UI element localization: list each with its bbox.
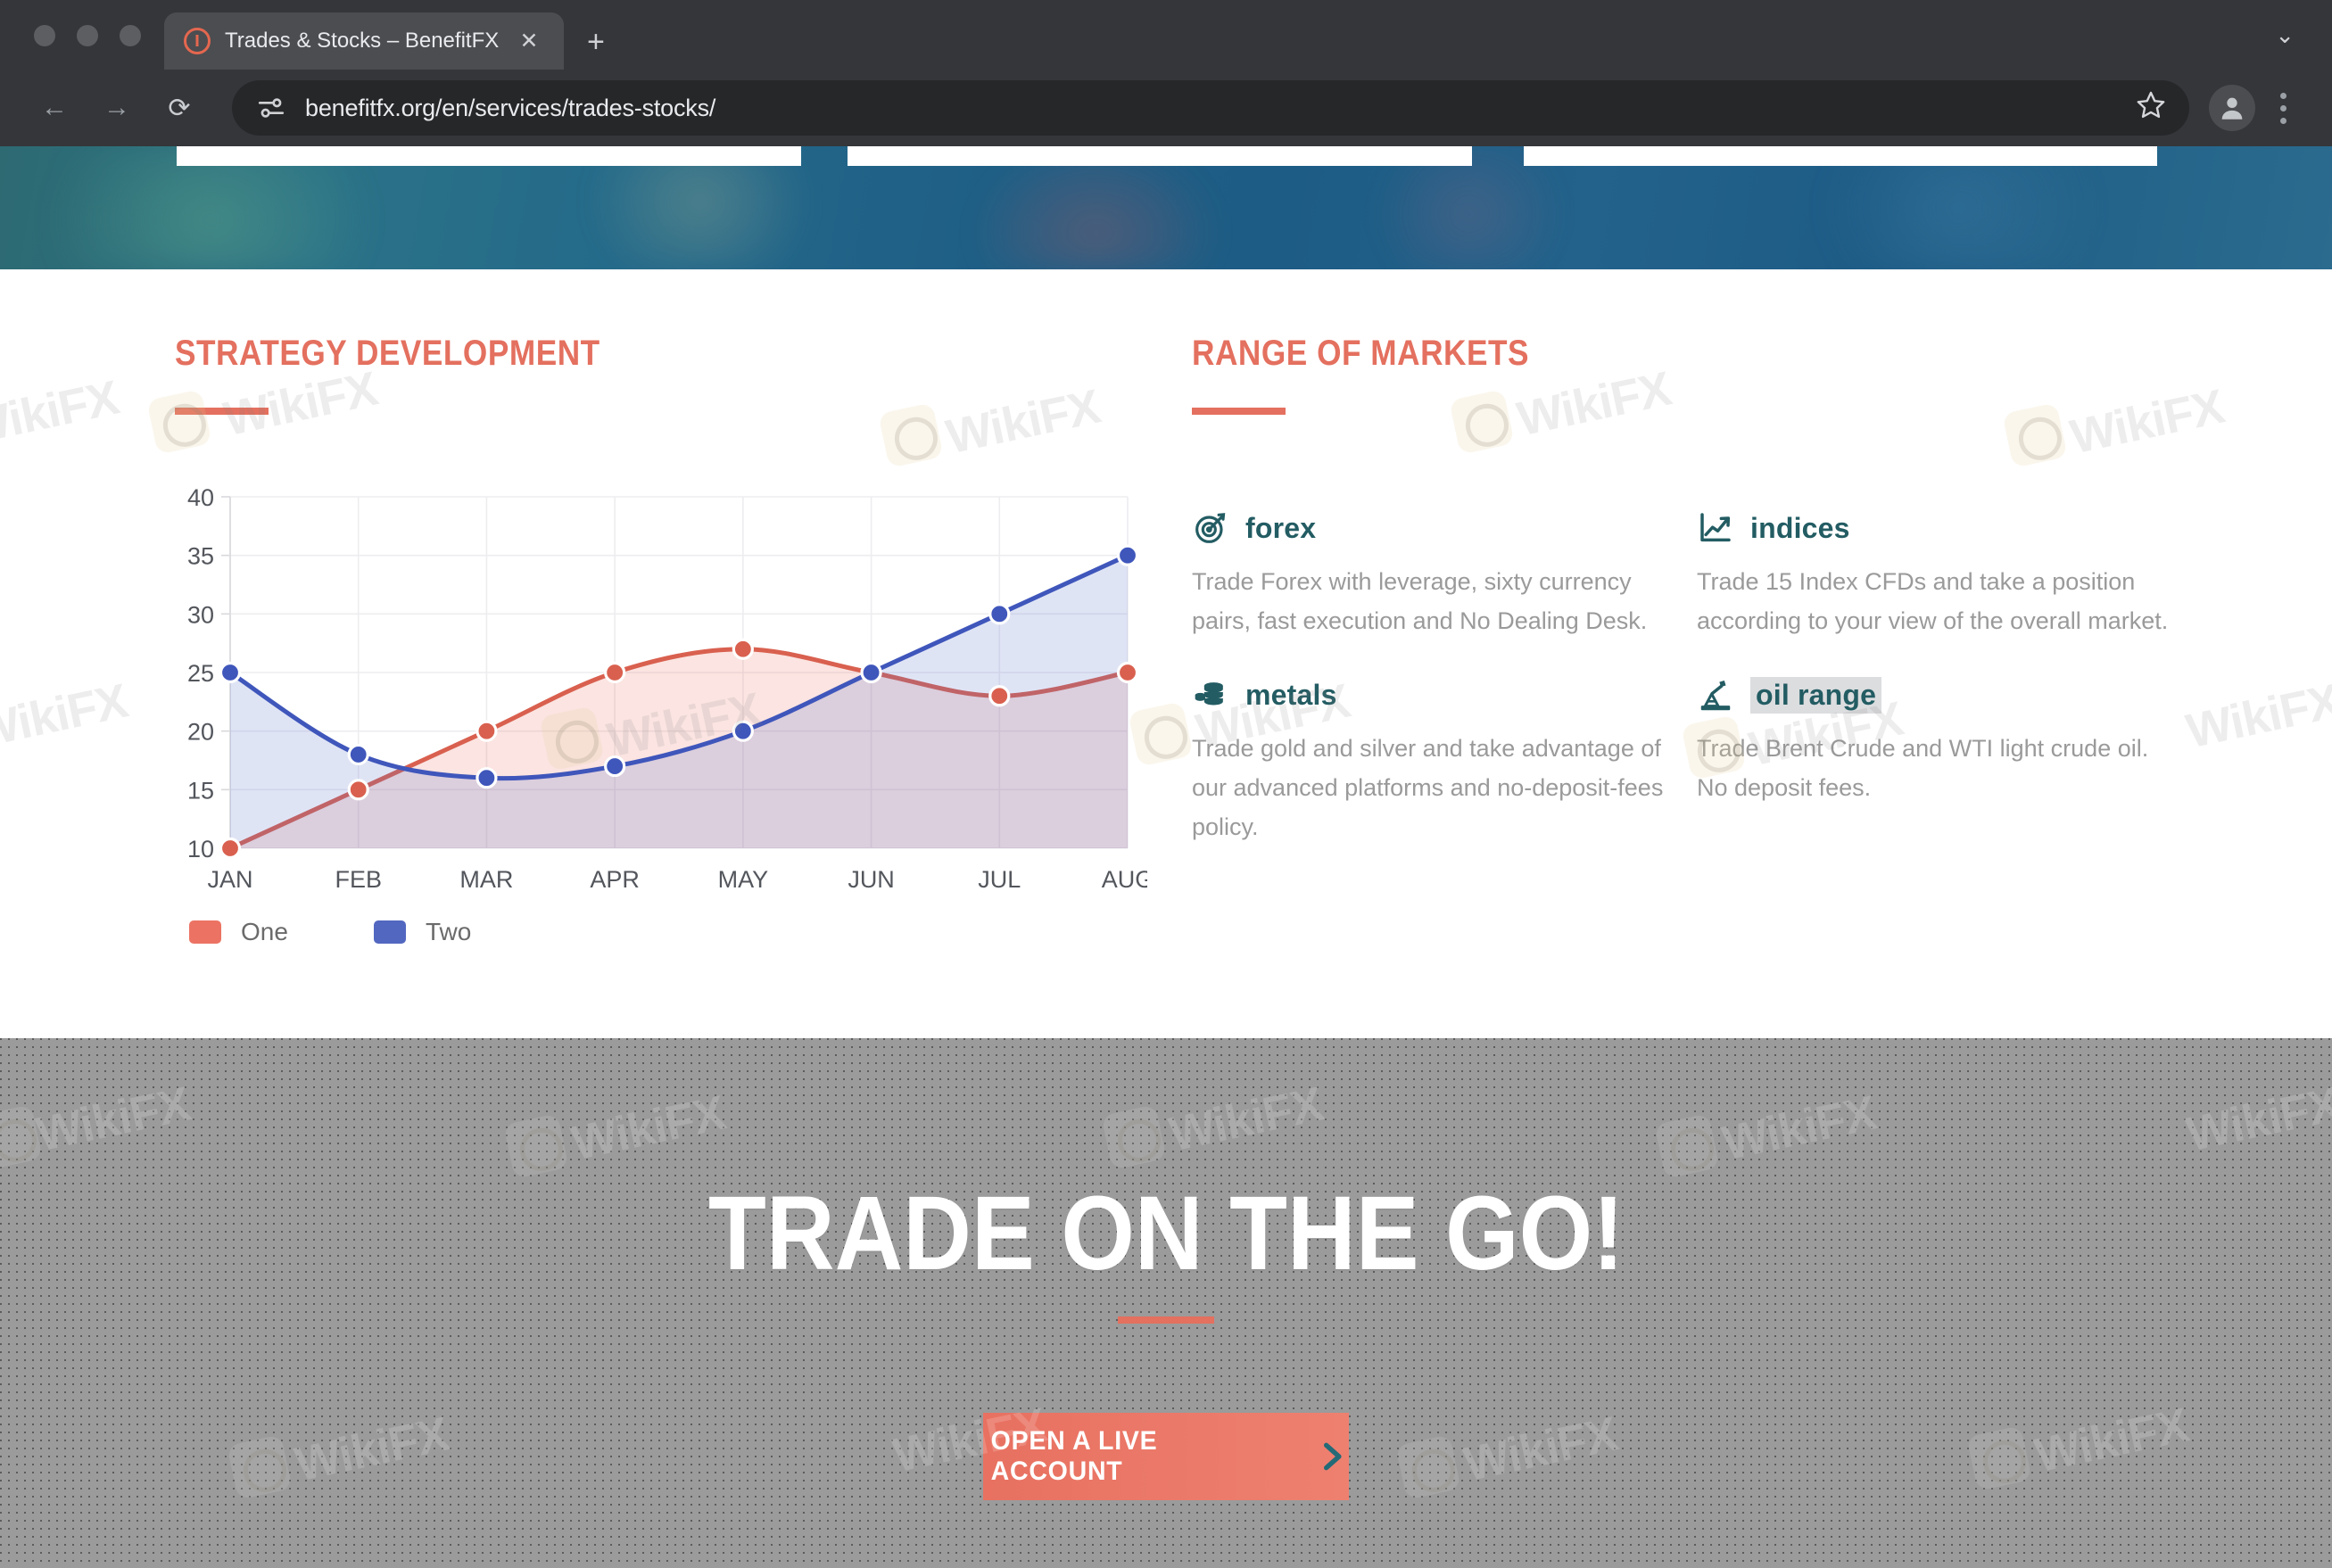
- market-description: Trade Brent Crude and WTI light crude oi…: [1697, 735, 2149, 802]
- reload-button[interactable]: ⟳: [152, 80, 207, 136]
- page-viewport: STRATEGY DEVELOPMENT 10 15 20 25 30 35 40 JAN FE…: [0, 146, 2332, 1568]
- svg-text:APR: APR: [590, 866, 640, 893]
- main-content: STRATEGY DEVELOPMENT 10 15 20 25 30 35 40 JAN FE…: [0, 269, 2332, 1038]
- svg-text:JAN: JAN: [207, 866, 252, 893]
- legend-swatch: [189, 920, 221, 944]
- address-bar[interactable]: benefitfx.org/en/services/trades-stocks/: [232, 80, 2189, 136]
- market-name[interactable]: indices: [1750, 512, 1850, 545]
- market-description: Trade Forex with leverage, sixty currenc…: [1192, 568, 1648, 634]
- svg-text:40: 40: [187, 484, 214, 511]
- market-item-forex: forex Trade Forex with leverage, sixty c…: [1192, 509, 1697, 640]
- market-header: indices: [1697, 509, 2179, 547]
- legend-item-two[interactable]: Two: [373, 918, 472, 946]
- market-item-metals: metals Trade gold and silver and take ad…: [1192, 676, 1697, 846]
- chevron-down-icon[interactable]: ⌄: [2275, 21, 2295, 49]
- svg-text:20: 20: [187, 719, 214, 746]
- maximize-window-button[interactable]: [120, 25, 141, 46]
- legend-swatch: [373, 920, 406, 944]
- svg-text:25: 25: [187, 660, 214, 687]
- market-name[interactable]: forex: [1245, 512, 1316, 545]
- url-text: benefitfx.org/en/services/trades-stocks/: [305, 94, 716, 121]
- browser-tab[interactable]: Trades & Stocks – BenefitFX ✕: [164, 12, 564, 70]
- hero-card: [1524, 146, 2157, 166]
- account-icon[interactable]: [2209, 85, 2255, 131]
- browser-window: Trades & Stocks – BenefitFX ✕ + ⌄ ← → ⟳ …: [0, 0, 2332, 1568]
- new-tab-button[interactable]: +: [587, 27, 605, 57]
- tune-icon[interactable]: [255, 92, 287, 124]
- legend-label: One: [241, 918, 288, 945]
- market-name[interactable]: oil range: [1750, 676, 1882, 714]
- chart-legend: One Two: [175, 918, 1174, 946]
- svg-text:35: 35: [187, 543, 214, 570]
- cta-button-label: OPEN A LIVE ACCOUNT: [990, 1426, 1158, 1486]
- browser-toolbar: ← → ⟳ benefitfx.org/en/services/trades-s…: [0, 70, 2332, 146]
- hero-card: [177, 146, 801, 166]
- svg-text:15: 15: [187, 777, 214, 804]
- close-window-button[interactable]: [34, 25, 55, 46]
- market-header: metals: [1192, 676, 1666, 714]
- svg-text:JUL: JUL: [978, 866, 1021, 893]
- hero-card-row: [0, 146, 2332, 166]
- market-item-oil-range: oil range Trade Brent Crude and WTI ligh…: [1697, 676, 2209, 846]
- market-description: Trade 15 Index CFDs and take a position …: [1697, 568, 2169, 634]
- svg-text:10: 10: [187, 836, 214, 862]
- warning-circle-icon: [184, 28, 211, 54]
- minimize-window-button[interactable]: [77, 25, 98, 46]
- tab-strip: Trades & Stocks – BenefitFX ✕ + ⌄: [0, 0, 2332, 70]
- strategy-section: STRATEGY DEVELOPMENT 10 15 20 25 30 35 40 JAN FE…: [175, 334, 1174, 946]
- back-button[interactable]: ←: [27, 80, 82, 136]
- markets-grid: forex Trade Forex with leverage, sixty c…: [1192, 509, 2209, 883]
- forward-button[interactable]: →: [89, 80, 145, 136]
- cta-section: TRADE ON THE GO! OPEN A LIVE ACCOUNT Wik…: [0, 1038, 2332, 1568]
- svg-text:MAY: MAY: [718, 866, 769, 893]
- chart-canvas: 10 15 20 25 30 35 40 JAN FEB MAR APR MAY JUN JUL AUG: [187, 484, 1147, 893]
- page-title: STRATEGY DEVELOPMENT: [175, 334, 600, 373]
- chevron-right-icon: [1315, 1438, 1349, 1475]
- markets-title-underline: [1192, 408, 1286, 415]
- markets-section: RANGE OF MARKETS forex Trade Forex with …: [1192, 334, 2209, 883]
- market-item-indices: indices Trade 15 Index CFDs and take a p…: [1697, 509, 2209, 640]
- three-dot-menu-icon[interactable]: [2261, 92, 2305, 124]
- open-live-account-button[interactable]: OPEN A LIVE ACCOUNT: [983, 1413, 1349, 1500]
- legend-item-one[interactable]: One: [189, 918, 288, 946]
- toolbar-right-actions: [2209, 85, 2305, 131]
- coin-stack-icon: [1192, 676, 1229, 714]
- markets-title: RANGE OF MARKETS: [1192, 334, 1530, 373]
- title-underline: [175, 408, 269, 415]
- close-icon[interactable]: ✕: [514, 29, 544, 53]
- cta-underline: [1118, 1316, 1214, 1324]
- market-description: Trade gold and silver and take advantage…: [1192, 735, 1664, 840]
- tab-title: Trades & Stocks – BenefitFX: [225, 29, 500, 53]
- cta-title: TRADE ON THE GO!: [707, 1175, 1625, 1292]
- svg-text:MAR: MAR: [459, 866, 513, 893]
- svg-text:AUG: AUG: [1102, 866, 1147, 893]
- hero-card: [848, 146, 1472, 166]
- svg-text:FEB: FEB: [335, 866, 382, 893]
- line-chart-up-icon: [1697, 509, 1734, 547]
- svg-text:30: 30: [187, 601, 214, 628]
- market-header: forex: [1192, 509, 1666, 547]
- star-icon[interactable]: [2136, 89, 2166, 127]
- legend-label: Two: [425, 918, 472, 945]
- hero-banner: [0, 146, 2332, 269]
- window-controls[interactable]: [0, 25, 164, 70]
- svg-text:JUN: JUN: [848, 866, 895, 893]
- market-header: oil range: [1697, 676, 2179, 714]
- market-name[interactable]: metals: [1245, 679, 1337, 712]
- strategy-chart: 10 15 20 25 30 35 40 JAN FEB MAR APR MAY JUN JUL AUG: [175, 483, 1147, 902]
- oil-pumpjack-icon: [1697, 676, 1734, 714]
- target-dart-icon: [1192, 509, 1229, 547]
